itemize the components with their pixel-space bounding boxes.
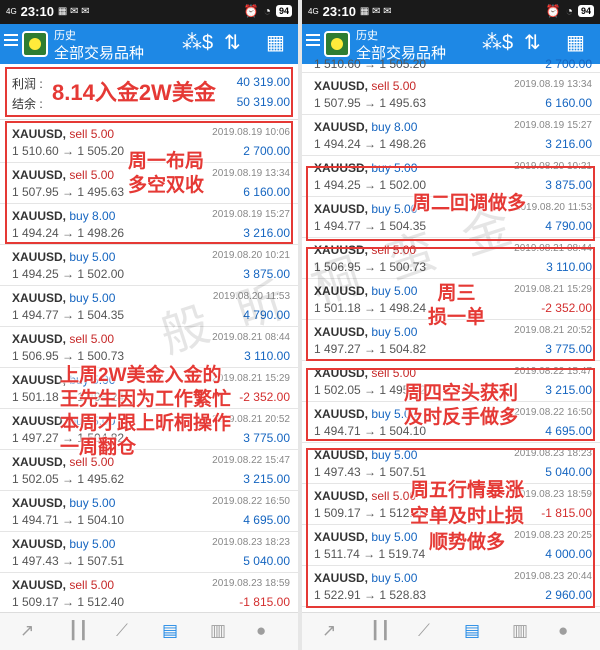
currency-toggle-icon[interactable]: ⁂$ (182, 32, 213, 54)
alarm-icon: ⏰ (545, 4, 561, 18)
bottom-navigation: ↗ ┃┃ ⟋ ▤ ▥ ● (302, 612, 600, 650)
nav-chat-icon[interactable]: ● (256, 621, 266, 641)
trade-date: 2019.08.22 16:50 (212, 496, 290, 507)
calendar-icon[interactable]: ▦ (566, 32, 585, 54)
trade-profit: 4 695.00 (243, 513, 290, 527)
trade-symbol: XAUUSD, buy 5.00 (12, 537, 116, 551)
sort-icon[interactable]: ⇅ (224, 32, 241, 54)
notification-icon: ▦ ✉ ✉ (359, 6, 392, 17)
trade-symbol: XAUUSD, buy 8.00 (314, 120, 418, 134)
trade-date: 2019.08.23 18:59 (212, 578, 290, 589)
trade-profit: -2 352.00 (239, 390, 290, 404)
trade-prices: 1 497.43 → 1 507.51 (12, 554, 125, 568)
trade-action: buy 5.00 (69, 496, 116, 510)
trade-prices: 1 507.95 → 1 495.63 (314, 96, 427, 110)
network-indicator: 4G (308, 6, 319, 16)
trade-profit: 3 215.00 (243, 472, 290, 486)
trade-prices: 1 494.24 → 1 498.26 (314, 137, 427, 151)
annotation-friday: 周五行情暴涨 空单及时止损 顺势做多 (410, 480, 525, 553)
nav-news-icon[interactable]: ▥ (210, 621, 226, 641)
annotation-tuesday: 周二回调做多 (412, 193, 527, 214)
trade-prices: 1 509.17 → 1 512.40 (12, 595, 125, 609)
trade-symbol: XAUUSD, buy 5.00 (12, 496, 116, 510)
app-logo-icon (324, 31, 350, 57)
table-row[interactable]: XAUUSD, buy 5.00 1 497.43 → 1 507.51 2019.… (0, 532, 298, 573)
annotation-thursday: 周四空头获利 及时反手做多 (404, 383, 519, 428)
trade-profit: 3 216.00 (545, 137, 592, 151)
app-logo-icon (22, 31, 48, 57)
trade-prices: 1 494.25 → 1 502.00 (12, 267, 125, 281)
trade-profit: 2 700.00 (545, 57, 592, 71)
app-subtitle: 历史 (356, 30, 378, 42)
annotation-story: 上周2W美金入金的 王先生因为工作繁忙 本周才跟上昕桐操作 一周翻仓 (60, 365, 232, 458)
wifi-icon: ◔ (263, 4, 271, 18)
battery-indicator: 94 (275, 5, 292, 17)
nav-chat-icon[interactable]: ● (558, 621, 568, 641)
notification-icon: ▦ ✉ ✉ (57, 6, 90, 17)
trade-action: buy 8.00 (371, 120, 418, 134)
bottom-navigation: ↗ ┃┃ ⟋ ▤ ▥ ● (0, 612, 298, 650)
status-bar: 4G 23:10 ▦ ✉ ✉ ⏰ ◔ 94 (302, 0, 600, 24)
nav-trade-icon[interactable]: ⟋ (418, 621, 430, 641)
trade-action: sell 5.00 (69, 578, 115, 592)
trade-profit: 3 775.00 (243, 431, 290, 445)
currency-toggle-icon[interactable]: ⁂$ (482, 32, 513, 54)
trade-date: 2019.08.23 18:23 (212, 537, 290, 548)
trade-action: sell 5.00 (371, 79, 417, 93)
table-row[interactable]: XAUUSD, sell 5.00 1 507.95 → 1 495.63 2019… (302, 74, 600, 115)
battery-indicator: 94 (577, 5, 594, 17)
alarm-icon: ⏰ (243, 4, 259, 18)
annotation-monday: 周一布局 多空双收 (128, 151, 205, 196)
status-time: 23:10 (322, 4, 356, 19)
trade-prices: 1 506.95 → 1 500.73 (12, 349, 125, 363)
nav-chart-icon[interactable]: ┃┃ (370, 621, 390, 641)
trade-profit: 5 040.00 (243, 554, 290, 568)
status-bar: 4G 23:10 ▦ ✉ ✉ ⏰ ◔ 94 (0, 0, 298, 24)
nav-history-icon[interactable]: ▤ (464, 621, 480, 641)
calendar-icon[interactable]: ▦ (266, 32, 285, 54)
nav-history-icon[interactable]: ▤ (162, 621, 178, 641)
menu-icon[interactable] (4, 34, 18, 48)
trade-action: buy 5.00 (69, 250, 116, 264)
trade-action: buy 5.00 (69, 291, 116, 305)
nav-news-icon[interactable]: ▥ (512, 621, 528, 641)
sort-icon[interactable]: ⇅ (524, 32, 541, 54)
table-row[interactable]: XAUUSD, buy 5.00 1 494.71 → 1 504.10 2019.… (0, 491, 298, 532)
trade-symbol: XAUUSD, sell 5.00 (12, 332, 115, 346)
trade-date: 2019.08.19 15:27 (514, 120, 592, 131)
trade-symbol: XAUUSD, buy 5.00 (12, 291, 116, 305)
trade-action: sell 5.00 (69, 332, 115, 346)
nav-quotes-icon[interactable]: ↗ (322, 621, 336, 641)
trade-prices: 1 510.60 → 1 505.20 (314, 57, 427, 71)
app-subtitle: 历史 (54, 30, 76, 42)
table-row[interactable]: XAUUSD, buy 8.00 1 494.24 → 1 498.26 2019.… (302, 115, 600, 156)
nav-trade-icon[interactable]: ⟋ (116, 621, 128, 641)
table-row-partial[interactable]: 1 510.60 → 1 505.20 2 700.00 (302, 56, 600, 73)
status-time: 23:10 (20, 4, 54, 19)
trade-symbol: XAUUSD, sell 5.00 (314, 79, 417, 93)
annotation-deposit: 8.14入金2W美金 (52, 80, 216, 105)
wifi-icon: ◔ (565, 4, 573, 18)
annotation-wednesday: 周三 损一单 (428, 283, 486, 328)
nav-quotes-icon[interactable]: ↗ (20, 621, 34, 641)
trade-prices: 1 494.71 → 1 504.10 (12, 513, 125, 527)
network-indicator: 4G (6, 6, 17, 16)
trade-action: buy 5.00 (69, 537, 116, 551)
menu-icon[interactable] (306, 34, 320, 48)
trade-profit: -1 815.00 (239, 595, 290, 609)
app-bar: 历史 全部交易品种 ⁂$ ⇅ ▦ (0, 24, 298, 64)
trade-profit: 6 160.00 (545, 96, 592, 110)
trade-symbol: XAUUSD, buy 5.00 (12, 250, 116, 264)
trade-prices: 1 502.05 → 1 495.62 (12, 472, 125, 486)
trade-prices: 1 494.77 → 1 504.35 (12, 308, 125, 322)
trade-date: 2019.08.19 13:34 (514, 79, 592, 90)
trade-symbol: XAUUSD, sell 5.00 (12, 578, 115, 592)
trade-profit: 3 110.00 (244, 349, 290, 363)
nav-chart-icon[interactable]: ┃┃ (68, 621, 88, 641)
table-row[interactable]: XAUUSD, sell 5.00 1 509.17 → 1 512.40 2019… (0, 573, 298, 614)
app-title[interactable]: 全部交易品种 (54, 42, 144, 63)
